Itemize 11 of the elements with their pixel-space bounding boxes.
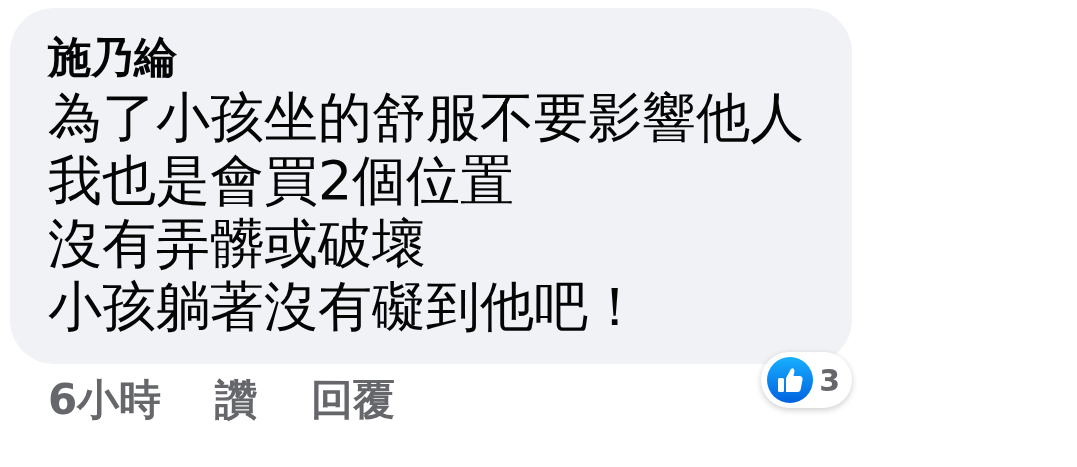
action-link[interactable]: 回覆 (311, 372, 396, 428)
author-name[interactable]: 施乃綸 (48, 28, 177, 86)
reaction-count: 3 (819, 362, 840, 398)
timestamp: 6小時 (48, 374, 162, 426)
comment-text: 小孩躺著沒有礙到他吧！ (48, 275, 642, 338)
comment-text: 沒有弄髒或破壞 (48, 212, 426, 275)
like-icon (767, 357, 814, 403)
action-link[interactable]: 讚 (215, 372, 258, 428)
reaction-badge[interactable]: 3 (761, 352, 852, 408)
comment-text: 我也是會買2個位置 (48, 149, 515, 212)
comment-text: 為了小孩坐的舒服不要影響他人 (48, 86, 804, 149)
